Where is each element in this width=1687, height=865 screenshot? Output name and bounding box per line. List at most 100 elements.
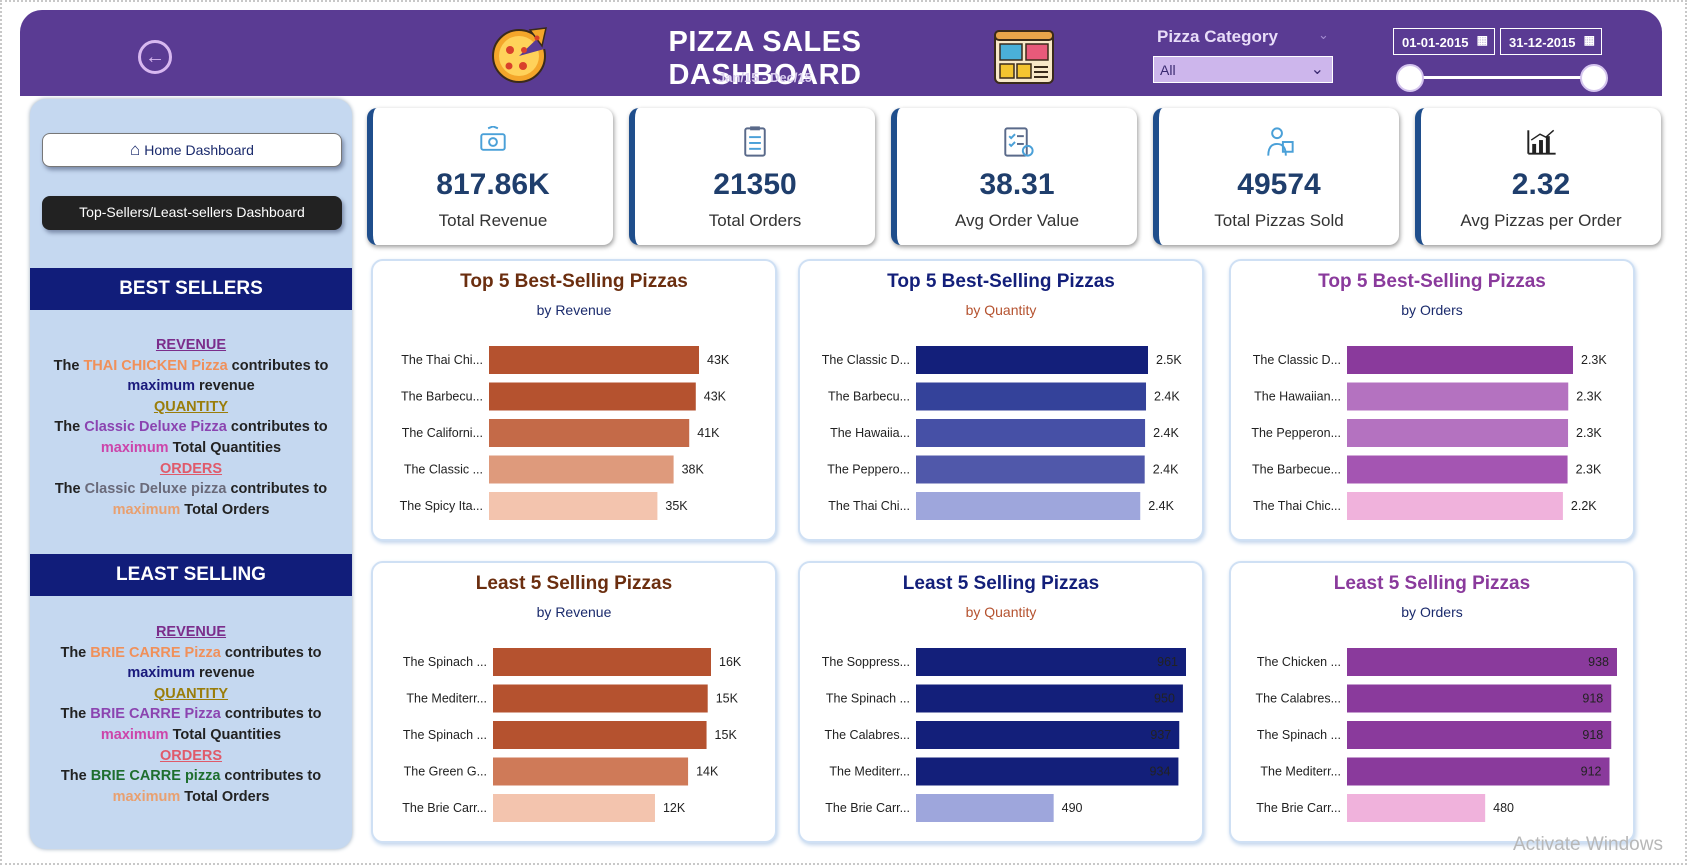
insight-pizza-name: BRIE CARRE pizza [90, 768, 221, 785]
bar[interactable] [1347, 382, 1569, 411]
bar-value-label: 2.3K [1576, 426, 1602, 440]
bar-value-label: 14K [696, 765, 719, 779]
date-slider-track[interactable] [1410, 76, 1594, 79]
date-slider-end-handle[interactable] [1580, 64, 1608, 92]
bar[interactable] [493, 684, 708, 713]
insight-text: contributes to [227, 357, 329, 374]
calendar-icon[interactable]: ▦ [1477, 33, 1488, 47]
bar-value-label: 15K [716, 692, 739, 706]
bar[interactable] [489, 455, 674, 484]
money-icon [480, 126, 506, 151]
dropdown-chevron-icon: ⌄ [1310, 61, 1324, 78]
bar[interactable] [1347, 346, 1573, 374]
bar-chart: The Spinach ... 16K The Mediterr... 15K The … [402, 648, 742, 822]
insight-text: revenue [195, 665, 255, 682]
bar-value-label: 12K [663, 801, 686, 815]
bar-value-label: 938 [1588, 655, 1609, 669]
bar[interactable] [916, 684, 1183, 713]
bar-category-label: The Hawaiian... [1254, 390, 1341, 404]
category-dropdown[interactable]: All ⌄ [1153, 56, 1333, 83]
bar[interactable] [1347, 455, 1568, 484]
bar[interactable] [493, 794, 655, 822]
bar-category-label: The Classic D... [822, 353, 910, 367]
end-date-value: 31-12-2015 [1509, 35, 1576, 50]
date-range-subtitle: Jan/15 - Dec/15 [718, 70, 812, 85]
bar[interactable] [916, 648, 1186, 676]
bar-category-label: The Classic ... [404, 463, 483, 477]
chart-top5-orders: Top 5 Best-Selling Pizzas by Orders The … [1229, 259, 1635, 541]
insight-text: contributes to [220, 644, 322, 661]
bar[interactable] [1347, 757, 1610, 786]
bar[interactable] [489, 382, 696, 411]
bar[interactable] [916, 492, 1141, 520]
bar[interactable] [1347, 794, 1486, 822]
bar-value-label: 490 [1062, 801, 1083, 815]
bar-value-label: 2.4K [1154, 390, 1180, 404]
bar-category-label: The Green G... [404, 765, 487, 779]
bar[interactable] [1347, 492, 1563, 520]
bar[interactable] [493, 648, 711, 676]
calendar-icon[interactable]: ▦ [1584, 33, 1595, 47]
bar-value-label: 35K [665, 499, 688, 513]
kpi-label: Avg Pizzas per Order [1460, 211, 1622, 230]
bar[interactable] [1347, 721, 1612, 749]
bar-value-label: 38K [682, 463, 705, 477]
bar[interactable] [916, 721, 1180, 749]
bar-value-label: 2.5K [1156, 353, 1182, 367]
category-filter-label: Pizza Category [1157, 27, 1278, 46]
bar-category-label: The Brie Carr... [1256, 801, 1341, 815]
checklist-icon [1004, 127, 1034, 157]
bar-category-label: The Mediterr... [406, 692, 487, 706]
bar-category-label: The Thai Chi... [401, 353, 483, 367]
bar-category-label: The Pepperon... [1251, 426, 1341, 440]
home-dashboard-button[interactable]: ⌂ Home Dashboard [42, 133, 342, 167]
bar[interactable] [1347, 684, 1612, 713]
kpi-label: Total Orders [708, 211, 802, 230]
bar-value-label: 2.3K [1581, 353, 1607, 367]
bar-category-label: The Thai Chic... [1253, 499, 1341, 513]
start-date-value: 01-01-2015 [1402, 35, 1469, 50]
bar-category-label: The Thai Chi... [828, 499, 910, 513]
bar[interactable] [489, 492, 658, 520]
back-arrow-icon[interactable]: ← [138, 40, 172, 74]
least-selling-insights: REVENUE The BRIE CARRE Pizza contributes… [30, 622, 352, 807]
bar[interactable] [916, 382, 1147, 411]
bar[interactable] [489, 419, 690, 447]
start-date-input[interactable]: 01-01-2015 ▦ [1393, 28, 1495, 55]
bar-category-label: The Brie Carr... [402, 801, 487, 815]
top-least-sellers-label: Top-Sellers/Least-sellers Dashboard [79, 204, 305, 220]
bar[interactable] [916, 757, 1179, 786]
date-slider-start-handle[interactable] [1396, 64, 1424, 92]
bar-category-label: The Soppress... [822, 655, 910, 669]
insight-text: The [54, 481, 85, 498]
bar-chart: The Classic D... 2.5K The Barbecu... 2.4K Th… [822, 346, 1182, 520]
end-date-input[interactable]: 31-12-2015 ▦ [1500, 28, 1602, 55]
kpi-value: 2.32 [1511, 168, 1571, 201]
bar[interactable] [1347, 419, 1569, 447]
bar[interactable] [1347, 648, 1617, 676]
bar[interactable] [493, 757, 689, 786]
insight-text: The [60, 644, 91, 661]
bar-category-label: The Spinach ... [826, 692, 910, 706]
bar-category-label: The Californi... [402, 426, 483, 440]
chart-top5-revenue: Top 5 Best-Selling Pizzas by Revenue The… [371, 259, 777, 541]
bar-category-label: The Brie Carr... [825, 801, 910, 815]
kpi-label: Total Revenue [438, 211, 548, 230]
bar-value-label: 961 [1157, 655, 1178, 669]
bar[interactable] [916, 455, 1145, 484]
top-least-sellers-button[interactable]: Top-Sellers/Least-sellers Dashboard [42, 196, 342, 230]
insight-orders-head: ORDERS [159, 460, 223, 477]
bar-value-label: 937 [1150, 728, 1171, 742]
insight-text: The [60, 706, 91, 723]
bar[interactable] [916, 346, 1148, 374]
insight-text: The [53, 357, 84, 374]
bar-chart: The Chicken ... 938 The Calabres... 918 The … [1256, 648, 1617, 822]
bar[interactable] [916, 794, 1054, 822]
bar-value-label: 43K [704, 390, 727, 404]
insight-quantity-head: QUANTITY [153, 685, 229, 702]
bar[interactable] [916, 419, 1146, 447]
bar[interactable] [493, 721, 707, 749]
insight-text: Total Orders [180, 788, 270, 805]
bar[interactable] [489, 346, 699, 374]
delivery-icon [1267, 127, 1294, 156]
